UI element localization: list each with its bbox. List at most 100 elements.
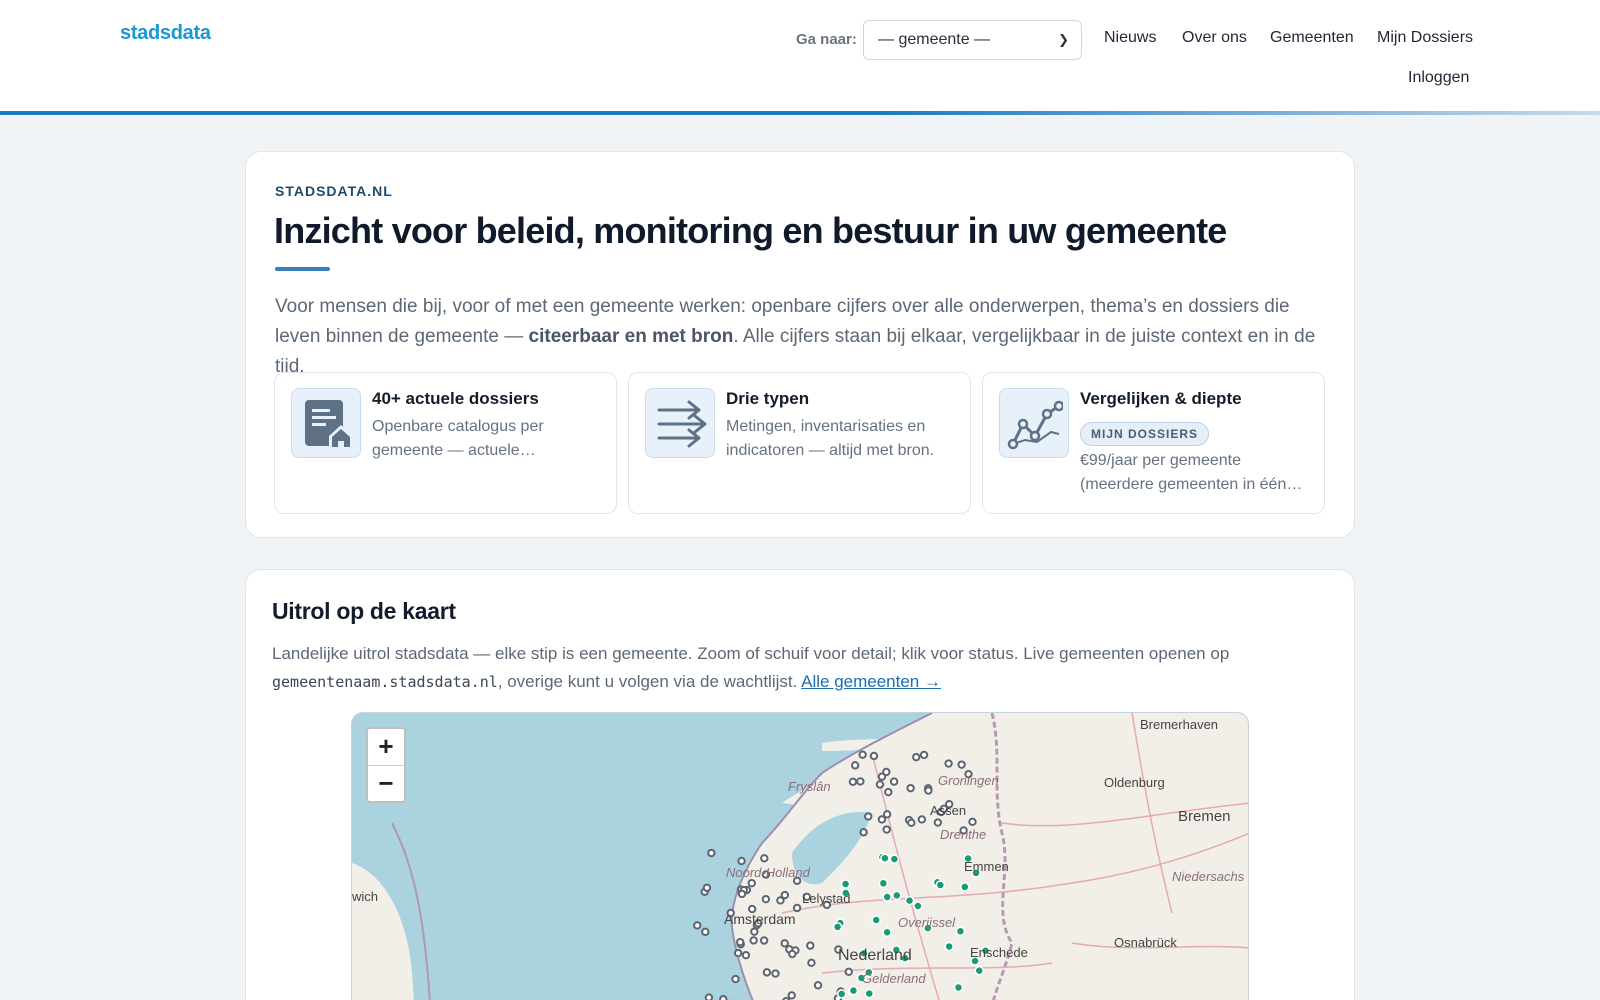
zoom-in-button[interactable]: + [368, 729, 404, 765]
map-tiles [352, 713, 1248, 1000]
gemeente-dot [771, 969, 780, 978]
live-gemeente-dot [836, 989, 847, 999]
map-label: Enschede [970, 945, 1028, 960]
gemeente-select[interactable]: — gemeente — ❯ [863, 20, 1082, 60]
chevron-down-icon: ❯ [1058, 32, 1069, 47]
map-label: Noord-Holland [726, 865, 810, 880]
nav-nieuws[interactable]: Nieuws [1104, 29, 1156, 47]
gemeente-dot [957, 760, 966, 769]
gemeente-dot [850, 761, 860, 770]
gemeente-dot [844, 967, 853, 976]
map-label: wich [352, 889, 379, 904]
gemeente-dot [736, 937, 745, 947]
feature-title: 40+ actuele dossiers [372, 389, 539, 408]
gemeente-dot [760, 854, 769, 863]
map-label: Drenthe [940, 827, 987, 842]
gemeente-dot [788, 949, 797, 959]
gemeente-dot [864, 812, 873, 821]
gemeente-dot [806, 941, 815, 950]
live-gemeente-dot [871, 915, 881, 925]
live-gemeente-dot [960, 882, 970, 892]
rollout-map[interactable]: Bremerhaven Oldenburg Bremen Niedersachs… [351, 712, 1249, 1000]
zoom-out-button[interactable]: − [368, 765, 404, 801]
live-gemeente-dot [904, 895, 915, 906]
map-label: Emmen [964, 859, 1009, 874]
nav-gemeenten[interactable]: Gemeenten [1270, 29, 1354, 47]
hero-lead-bold: citeerbaar en met bron [528, 326, 734, 347]
gemeente-dot [749, 936, 758, 945]
gemeente-dot [719, 995, 728, 1000]
feature-title: Drie typen [726, 389, 810, 408]
map-label: Assen [930, 803, 967, 818]
domain-code: gemeentenaam.stadsdata.nl [272, 673, 498, 691]
title-accent-bar [275, 267, 330, 271]
feature-text: Metingen, inventarisaties en indicatoren… [726, 418, 935, 459]
site-logo[interactable]: stadsdata [120, 22, 211, 45]
gemeente-dot [917, 815, 927, 824]
goto-label: Ga naar: [796, 31, 857, 48]
map-label: Overijssel [898, 915, 956, 930]
hero-lead: Voor mensen die bij, voor of met een gem… [275, 296, 1316, 377]
login-link[interactable]: Inloggen [1408, 69, 1469, 87]
live-gemeente-dot [878, 878, 889, 889]
feature-card-dossiers: 40+ actuele dossiers Openbare catalogus … [274, 372, 617, 514]
gemeente-dot [747, 878, 756, 888]
gemeente-dot [702, 883, 712, 892]
map-label: Fryslân [788, 779, 831, 794]
map-description: Landelijke uitrol stadsdata — elke stip … [272, 644, 1230, 691]
gemeente-dot [858, 750, 867, 759]
page-title: Inzicht voor beleid, monitoring en bestu… [274, 210, 1227, 251]
map-label: Gelderland [862, 971, 926, 986]
map-label: Lelystad [802, 891, 851, 906]
map-label: Bremerhaven [1140, 717, 1219, 732]
live-gemeente-dot [889, 854, 900, 864]
gemeente-dot [906, 783, 915, 793]
live-gemeente-dot [832, 922, 843, 932]
gemeente-dot [877, 772, 887, 781]
gemeente-dot [933, 818, 943, 827]
gemeente-dot [750, 927, 759, 936]
live-gemeente-dot [882, 927, 892, 938]
gemeente-dot [882, 825, 891, 834]
live-gemeente-dot [913, 901, 923, 911]
map-card: Uitrol op de kaart Landelijke uitrol sta… [245, 569, 1355, 1000]
gemeente-dot [912, 752, 921, 762]
live-gemeente-dot [848, 985, 859, 996]
gemeente-dot [787, 991, 796, 1000]
nav-over-ons[interactable]: Over ons [1182, 29, 1247, 47]
all-gemeenten-link[interactable]: Alle gemeenten → [801, 672, 941, 691]
gemeente-dot [875, 780, 885, 789]
live-gemeente-dot [892, 890, 902, 901]
gemeente-dot [759, 936, 769, 945]
feature-title: Vergelijken & diepte [1080, 389, 1242, 408]
gemeente-dot [780, 890, 790, 900]
feature-text: Openbare catalogus per gemeente — actuel… [372, 418, 544, 459]
live-gemeente-dot [955, 926, 966, 937]
live-gemeente-dot [935, 880, 946, 890]
map-section-title: Uitrol op de kaart [272, 598, 456, 624]
gemeente-dot [737, 889, 747, 899]
live-gemeente-dot [882, 892, 892, 902]
nav-mijn-dossiers[interactable]: Mijn Dossiers [1377, 29, 1473, 47]
map-label: Bremen [1178, 808, 1231, 825]
gemeente-dot [761, 894, 771, 904]
map-label: Niedersachs [1172, 869, 1245, 884]
gemeente-dot [924, 786, 933, 795]
line-chart-icon [999, 388, 1069, 458]
gemeente-dot [707, 848, 716, 858]
header-accent-line [0, 111, 1600, 115]
live-gemeente-dot [840, 879, 851, 889]
hero-eyebrow: STADSDATA.NL [275, 183, 393, 199]
live-gemeente-dot [880, 853, 890, 863]
map-label: Nederland [838, 947, 912, 964]
gemeente-dot [889, 777, 899, 786]
gemeente-dot [693, 921, 702, 930]
feature-card-vergelijken: Vergelijken & diepte MIJN DOSSIERS €99/j… [982, 372, 1325, 514]
dossier-house-icon [291, 388, 361, 458]
gemeente-dot [813, 981, 823, 990]
gemeente-dot [968, 817, 977, 827]
gemeente-dot [919, 750, 929, 760]
map-label: Oldenburg [1104, 775, 1165, 790]
gemeente-dot [877, 815, 887, 824]
feature-text: €99/jaar per gemeente (meerdere gemeente… [1080, 452, 1303, 493]
